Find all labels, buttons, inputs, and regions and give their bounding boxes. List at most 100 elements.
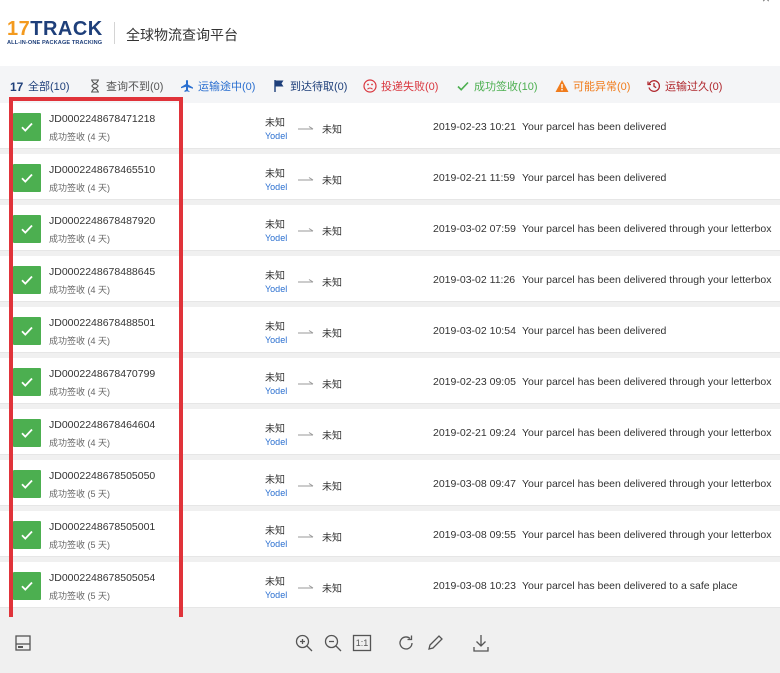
tracking-number[interactable]: JD0002248678505050 xyxy=(49,470,155,482)
tracking-number[interactable]: JD0002248678487920 xyxy=(49,215,155,227)
destination-country: 未知 xyxy=(322,278,342,289)
latest-event-time: 2019-03-02 10:54 xyxy=(433,325,516,337)
edit-pen-icon[interactable] xyxy=(425,633,445,653)
tracking-number[interactable]: JD0002248678505054 xyxy=(49,572,155,584)
delivery-status: 成功签收 (4 天) xyxy=(49,387,111,397)
tab-7[interactable]: 可能异常(0) xyxy=(555,66,630,106)
route-arrow-icon xyxy=(296,223,316,233)
zoom-out-icon[interactable] xyxy=(323,633,343,653)
minimize-icon[interactable]: — xyxy=(712,0,726,6)
delivered-check-icon xyxy=(13,266,41,294)
delivery-status: 成功签收 (5 天) xyxy=(49,489,111,499)
logo-text: TRACK xyxy=(30,18,103,40)
parcel-row[interactable]: JD0002248678470799 成功签收 (4 天) 未知 Yodel 未知 201… xyxy=(0,358,780,404)
carrier-link[interactable]: Yodel xyxy=(265,233,287,243)
svg-text:17: 17 xyxy=(10,80,24,93)
tracking-number[interactable]: JD0002248678470799 xyxy=(49,368,155,380)
latest-event-text: Your parcel has been delivered to a safe… xyxy=(522,580,738,592)
parcel-row[interactable]: JD0002248678505054 成功签收 (5 天) 未知 Yodel 未知 201… xyxy=(0,562,780,608)
hourglass-icon xyxy=(88,79,102,93)
delivered-check-icon xyxy=(13,470,41,498)
latest-event-time: 2019-03-08 09:55 xyxy=(433,529,516,541)
latest-event-text: Your parcel has been delivered through y… xyxy=(522,223,772,235)
tab-label: 成功签收(10) xyxy=(474,81,538,93)
carrier-link[interactable]: Yodel xyxy=(265,335,287,345)
download-icon[interactable] xyxy=(471,633,491,653)
latest-event-time: 2019-02-23 09:05 xyxy=(433,376,516,388)
latest-event-text: Your parcel has been delivered through y… xyxy=(522,529,772,541)
route-arrow-icon xyxy=(296,529,316,539)
destination-country: 未知 xyxy=(322,533,342,544)
delivered-check-icon xyxy=(13,419,41,447)
carrier-link[interactable]: Yodel xyxy=(265,386,287,396)
latest-event-text: Your parcel has been delivered through y… xyxy=(522,427,772,439)
latest-event-time: 2019-03-08 09:47 xyxy=(433,478,516,490)
carrier-link[interactable]: Yodel xyxy=(265,539,287,549)
tab-4[interactable]: 到达待取(0) xyxy=(272,66,347,106)
delivered-check-icon xyxy=(13,572,41,600)
route-arrow-icon xyxy=(296,376,316,386)
tab-2[interactable]: 查询不到(0) xyxy=(88,66,163,106)
bottom-toolbar: 1:1 xyxy=(0,617,780,673)
panel-toggle-icon[interactable] xyxy=(13,633,33,653)
warning-icon xyxy=(555,79,569,93)
tracking-number[interactable]: JD0002248678505001 xyxy=(49,521,155,533)
route-arrow-icon xyxy=(296,274,316,284)
latest-event-text: Your parcel has been delivered xyxy=(522,325,667,337)
tracking-number[interactable]: JD0002248678464604 xyxy=(49,419,155,431)
tab-8[interactable]: 运输过久(0) xyxy=(647,66,722,106)
delivered-check-icon xyxy=(13,164,41,192)
parcel-row[interactable]: JD0002248678488645 成功签收 (4 天) 未知 Yodel 未知 201… xyxy=(0,256,780,302)
status-tabs: 17 全部(10) 查询不到(0) 运输途中(0) 到达待取(0) 投递失败(0) 成功签收… xyxy=(0,66,780,106)
carrier-link[interactable]: Yodel xyxy=(265,590,287,600)
tab-1[interactable]: 17 全部(10) xyxy=(10,66,70,106)
origin-country: 未知 xyxy=(265,577,285,588)
parcel-row[interactable]: JD0002248678465510 成功签收 (4 天) 未知 Yodel 未知 201… xyxy=(0,154,780,200)
platform-title: 全球物流查询平台 xyxy=(126,27,238,43)
parcel-row[interactable]: JD0002248678505001 成功签收 (5 天) 未知 Yodel 未知 201… xyxy=(0,511,780,557)
carrier-link[interactable]: Yodel xyxy=(265,437,287,447)
latest-event-time: 2019-03-02 07:59 xyxy=(433,223,516,235)
origin-country: 未知 xyxy=(265,475,285,486)
carrier-link[interactable]: Yodel xyxy=(265,488,287,498)
tab-label: 到达待取(0) xyxy=(290,81,348,93)
destination-country: 未知 xyxy=(322,431,342,442)
actual-size-label: 1:1 xyxy=(355,638,369,648)
tab-label: 查询不到(0) xyxy=(106,81,164,93)
tab-6[interactable]: 成功签收(10) xyxy=(456,66,538,106)
carrier-link[interactable]: Yodel xyxy=(265,182,287,192)
zoom-in-icon[interactable] xyxy=(294,633,314,653)
carrier-link[interactable]: Yodel xyxy=(265,131,287,141)
tab-label: 投递失败(0) xyxy=(381,81,439,93)
origin-country: 未知 xyxy=(265,118,285,129)
parcel-row[interactable]: JD0002248678487920 成功签收 (4 天) 未知 Yodel 未知 201… xyxy=(0,205,780,251)
tab-label: 运输过久(0) xyxy=(665,81,723,93)
parcel-row[interactable]: JD0002248678464604 成功签收 (4 天) 未知 Yodel 未知 201… xyxy=(0,409,780,455)
delivered-check-icon xyxy=(13,317,41,345)
carrier-link[interactable]: Yodel xyxy=(265,284,287,294)
route-arrow-icon xyxy=(296,427,316,437)
tab-5[interactable]: 投递失败(0) xyxy=(363,66,438,106)
tracking-number[interactable]: JD0002248678488501 xyxy=(49,317,155,329)
parcel-row[interactable]: JD0002248678488501 成功签收 (4 天) 未知 Yodel 未知 201… xyxy=(0,307,780,353)
destination-country: 未知 xyxy=(322,380,342,391)
parcel-row[interactable]: JD0002248678471218 成功签收 (4 天) 未知 Yodel 未知 201… xyxy=(0,103,780,149)
latest-event-text: Your parcel has been delivered through y… xyxy=(522,274,772,286)
tab-label: 运输途中(0) xyxy=(198,81,256,93)
latest-event-text: Your parcel has been delivered xyxy=(522,172,667,184)
17track-logo: 17TRACK ALL-IN-ONE PACKAGE TRACKING xyxy=(7,19,107,51)
logo-tagline: ALL-IN-ONE PACKAGE TRACKING xyxy=(7,40,103,46)
delivery-status: 成功签收 (4 天) xyxy=(49,285,111,295)
tab-3[interactable]: 运输途中(0) xyxy=(180,66,255,106)
tracking-number[interactable]: JD0002248678471218 xyxy=(49,113,155,125)
rotate-icon[interactable] xyxy=(396,633,416,653)
parcel-row[interactable]: JD0002248678505050 成功签收 (5 天) 未知 Yodel 未知 201… xyxy=(0,460,780,506)
flag-icon xyxy=(272,79,286,93)
delivered-check-icon xyxy=(13,215,41,243)
route-arrow-icon xyxy=(296,121,316,131)
route-arrow-icon xyxy=(296,325,316,335)
actual-size-icon[interactable]: 1:1 xyxy=(352,633,372,653)
close-icon[interactable]: × xyxy=(762,0,770,6)
tracking-number[interactable]: JD0002248678488645 xyxy=(49,266,155,278)
tracking-number[interactable]: JD0002248678465510 xyxy=(49,164,155,176)
